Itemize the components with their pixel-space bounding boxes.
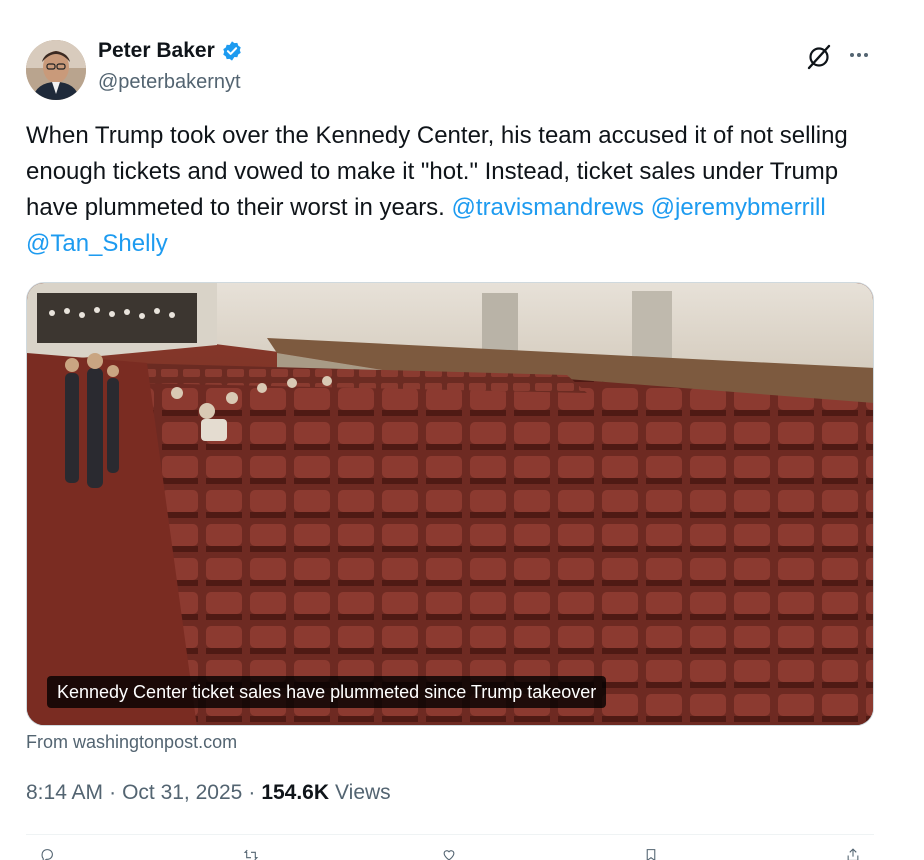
action-bar xyxy=(26,848,874,860)
avatar[interactable] xyxy=(26,40,86,100)
verified-badge-icon xyxy=(223,41,241,61)
media-caption: Kennedy Center ticket sales have plummet… xyxy=(47,676,607,708)
mention-link[interactable]: @travismandrews xyxy=(452,194,644,221)
views-count: 154.6K xyxy=(261,781,330,804)
tweet-meta: 8:14 AM · Oct 31, 2025 · 154.6K Views xyxy=(26,781,391,805)
meta-separator: · xyxy=(109,781,117,804)
tweet-text: When Trump took over the Kennedy Center,… xyxy=(26,118,886,262)
mention-link[interactable]: @Tan_Shelly xyxy=(26,230,168,257)
grok-icon[interactable] xyxy=(804,42,834,72)
retweet-icon[interactable] xyxy=(238,848,264,860)
author-display-name[interactable]: Peter Baker xyxy=(98,39,215,63)
divider xyxy=(26,834,874,835)
article-photo xyxy=(27,283,873,725)
tweet-time[interactable]: 8:14 AM xyxy=(26,781,103,805)
more-icon[interactable] xyxy=(846,42,872,68)
like-icon[interactable] xyxy=(436,848,462,860)
reply-icon[interactable] xyxy=(34,848,60,860)
author-name-row: Peter Baker xyxy=(98,39,243,63)
bookmark-icon[interactable] xyxy=(638,848,664,860)
link-source[interactable]: From washingtonpost.com xyxy=(26,732,237,753)
views-label: Views xyxy=(335,781,391,804)
tweet-date[interactable]: Oct 31, 2025 xyxy=(122,781,242,805)
share-icon[interactable] xyxy=(840,848,866,860)
link-card[interactable]: Kennedy Center ticket sales have plummet… xyxy=(26,282,874,726)
meta-separator: · xyxy=(248,781,256,804)
tweet-card: Peter Baker @peterbakernyt When Trump to… xyxy=(0,0,924,860)
author-handle[interactable]: @peterbakernyt xyxy=(98,71,241,94)
mention-link[interactable]: @jeremybmerrill xyxy=(651,194,826,221)
